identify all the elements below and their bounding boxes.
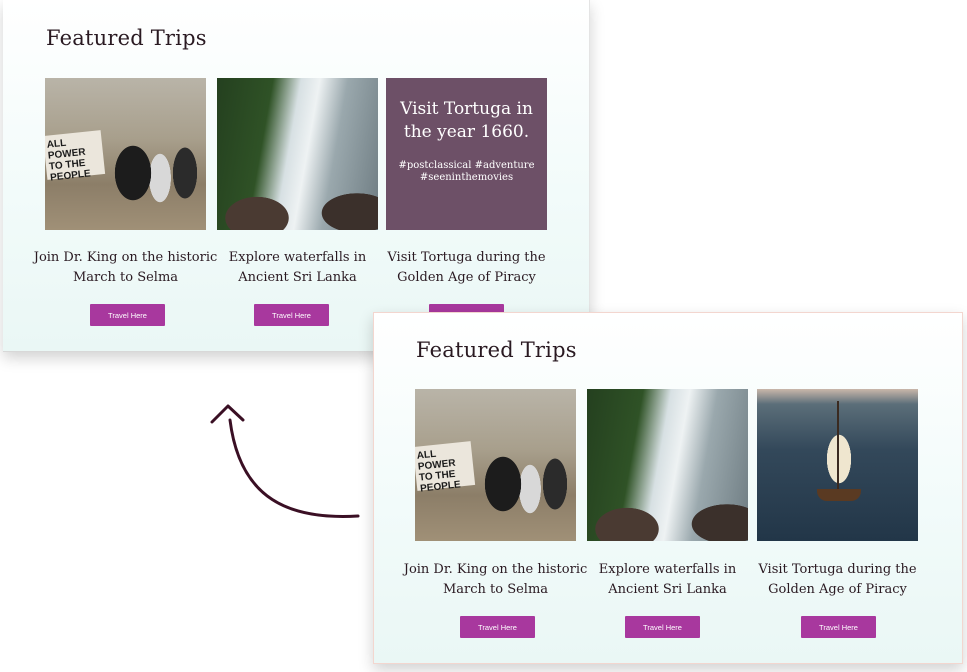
trip-image-waterfall[interactable]: [587, 389, 748, 541]
trip-image-tortuga-ship[interactable]: [757, 389, 918, 541]
travel-here-button-tortuga[interactable]: Travel Here: [801, 616, 876, 638]
trip-caption-waterfall: Explore waterfalls in Ancient Sri Lanka: [598, 562, 737, 597]
trip-caption-selma: Join Dr. King on the historic March to S…: [403, 562, 588, 597]
section-title: Featured Trips: [416, 338, 577, 362]
ship-hull: [817, 489, 861, 501]
trip-caption-tortuga: Visit Tortuga during the Golden Age of P…: [758, 562, 917, 597]
ship-mast: [837, 401, 839, 496]
travel-here-button-waterfall[interactable]: Travel Here: [625, 616, 700, 638]
featured-trips-card-after: Featured Trips ALL POWER TO THE PEOPLE J…: [373, 312, 963, 664]
protest-sign: ALL POWER TO THE PEOPLE: [415, 441, 476, 495]
travel-here-button-selma[interactable]: Travel Here: [460, 616, 535, 638]
trip-image-selma[interactable]: ALL POWER TO THE PEOPLE: [415, 389, 576, 541]
